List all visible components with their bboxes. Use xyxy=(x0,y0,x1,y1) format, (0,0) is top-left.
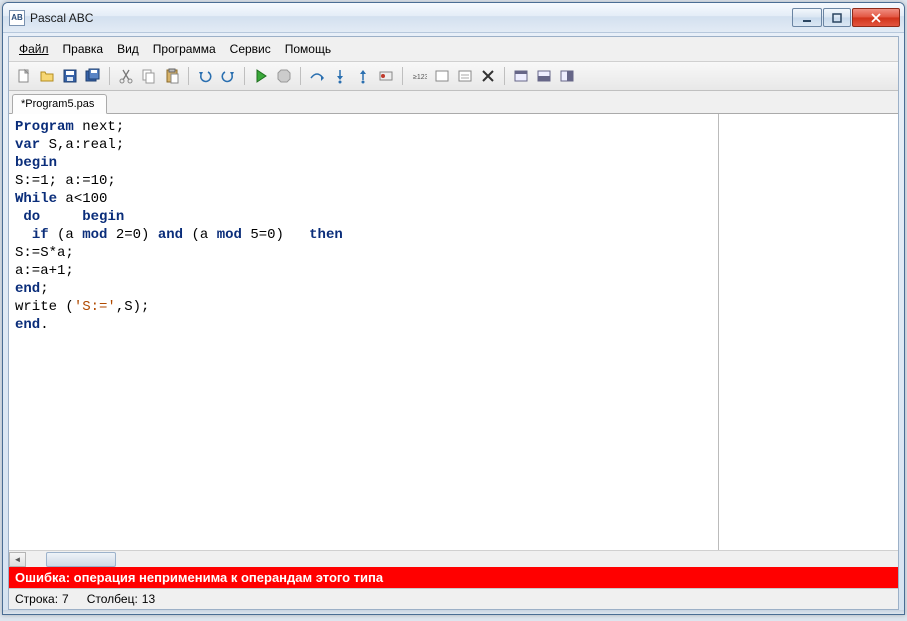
tabbar: *Program5.pas xyxy=(9,91,898,114)
side-panel xyxy=(718,114,898,550)
scroll-thumb[interactable] xyxy=(46,552,116,567)
error-bar: Ошибка: операция неприменима к операндам… xyxy=(9,567,898,588)
show-graph-window-button[interactable] xyxy=(454,65,476,87)
cut-icon xyxy=(118,68,134,84)
close-windows-button[interactable] xyxy=(477,65,499,87)
output-window-1-button[interactable] xyxy=(510,65,532,87)
save-all-button[interactable] xyxy=(82,65,104,87)
undo-button[interactable] xyxy=(194,65,216,87)
status-line: Строка: 7 xyxy=(15,592,69,606)
status-col-value: 13 xyxy=(142,592,155,606)
copy-button[interactable] xyxy=(138,65,160,87)
titlebar[interactable]: AB Pascal ABC xyxy=(3,3,904,33)
new-file-button[interactable] xyxy=(13,65,35,87)
trace-var-button[interactable]: ≥123 xyxy=(408,65,430,87)
step-over-button[interactable] xyxy=(306,65,328,87)
redo-button[interactable] xyxy=(217,65,239,87)
svg-text:≥123: ≥123 xyxy=(413,74,427,81)
close-button[interactable] xyxy=(852,8,900,27)
save-icon xyxy=(62,68,78,84)
window-title: Pascal ABC xyxy=(30,11,93,25)
output-3-icon xyxy=(559,68,575,84)
output-1-icon xyxy=(513,68,529,84)
cut-button[interactable] xyxy=(115,65,137,87)
show-text-window-button[interactable] xyxy=(431,65,453,87)
menu-help[interactable]: Помощь xyxy=(279,40,337,58)
breakpoint-button[interactable] xyxy=(375,65,397,87)
redo-icon xyxy=(220,68,236,84)
step-out-button[interactable] xyxy=(352,65,374,87)
menu-view[interactable]: Вид xyxy=(111,40,145,58)
client-area: Файл Правка Вид Программа Сервис Помощь xyxy=(8,36,899,610)
step-into-icon xyxy=(332,68,348,84)
scroll-left-button[interactable]: ◄ xyxy=(9,552,26,567)
step-over-icon xyxy=(309,68,325,84)
menu-service[interactable]: Сервис xyxy=(224,40,277,58)
close-icon xyxy=(871,13,881,23)
step-out-icon xyxy=(355,68,371,84)
status-line-value: 7 xyxy=(62,592,69,606)
status-col-label: Столбец: xyxy=(87,592,138,606)
menu-file[interactable]: Файл xyxy=(13,40,55,58)
trace-var-icon: ≥123 xyxy=(411,68,427,84)
editor-area: Program next; var S,a:real; begin S:=1; … xyxy=(9,114,898,550)
step-into-button[interactable] xyxy=(329,65,351,87)
open-folder-icon xyxy=(39,68,55,84)
text-window-icon xyxy=(434,68,450,84)
stop-icon xyxy=(276,68,292,84)
app-window: AB Pascal ABC Файл Правка Вид Программа … xyxy=(2,2,905,615)
graph-window-icon xyxy=(457,68,473,84)
run-icon xyxy=(253,68,269,84)
paste-icon xyxy=(164,68,180,84)
copy-icon xyxy=(141,68,157,84)
undo-icon xyxy=(197,68,213,84)
menubar: Файл Правка Вид Программа Сервис Помощь xyxy=(9,37,898,61)
minimize-button[interactable] xyxy=(792,8,822,27)
code-editor[interactable]: Program next; var S,a:real; begin S:=1; … xyxy=(9,114,718,550)
menu-edit[interactable]: Правка xyxy=(57,40,110,58)
open-button[interactable] xyxy=(36,65,58,87)
paste-button[interactable] xyxy=(161,65,183,87)
output-window-3-button[interactable] xyxy=(556,65,578,87)
maximize-icon xyxy=(832,13,842,23)
save-all-icon xyxy=(85,68,101,84)
menu-program[interactable]: Программа xyxy=(147,40,222,58)
save-button[interactable] xyxy=(59,65,81,87)
status-bar: Строка: 7 Столбец: 13 xyxy=(9,588,898,609)
app-icon: AB xyxy=(9,10,25,26)
breakpoint-icon xyxy=(378,68,394,84)
toolbar: ≥123 xyxy=(9,61,898,91)
status-column: Столбец: 13 xyxy=(87,592,155,606)
maximize-button[interactable] xyxy=(823,8,851,27)
run-button[interactable] xyxy=(250,65,272,87)
output-2-icon xyxy=(536,68,552,84)
horizontal-scrollbar[interactable]: ◄ xyxy=(9,550,898,567)
tab-program5[interactable]: *Program5.pas xyxy=(12,94,107,114)
new-file-icon xyxy=(16,68,32,84)
stop-button[interactable] xyxy=(273,65,295,87)
close-windows-icon xyxy=(480,68,496,84)
status-line-label: Строка: xyxy=(15,592,58,606)
output-window-2-button[interactable] xyxy=(533,65,555,87)
minimize-icon xyxy=(802,13,812,23)
